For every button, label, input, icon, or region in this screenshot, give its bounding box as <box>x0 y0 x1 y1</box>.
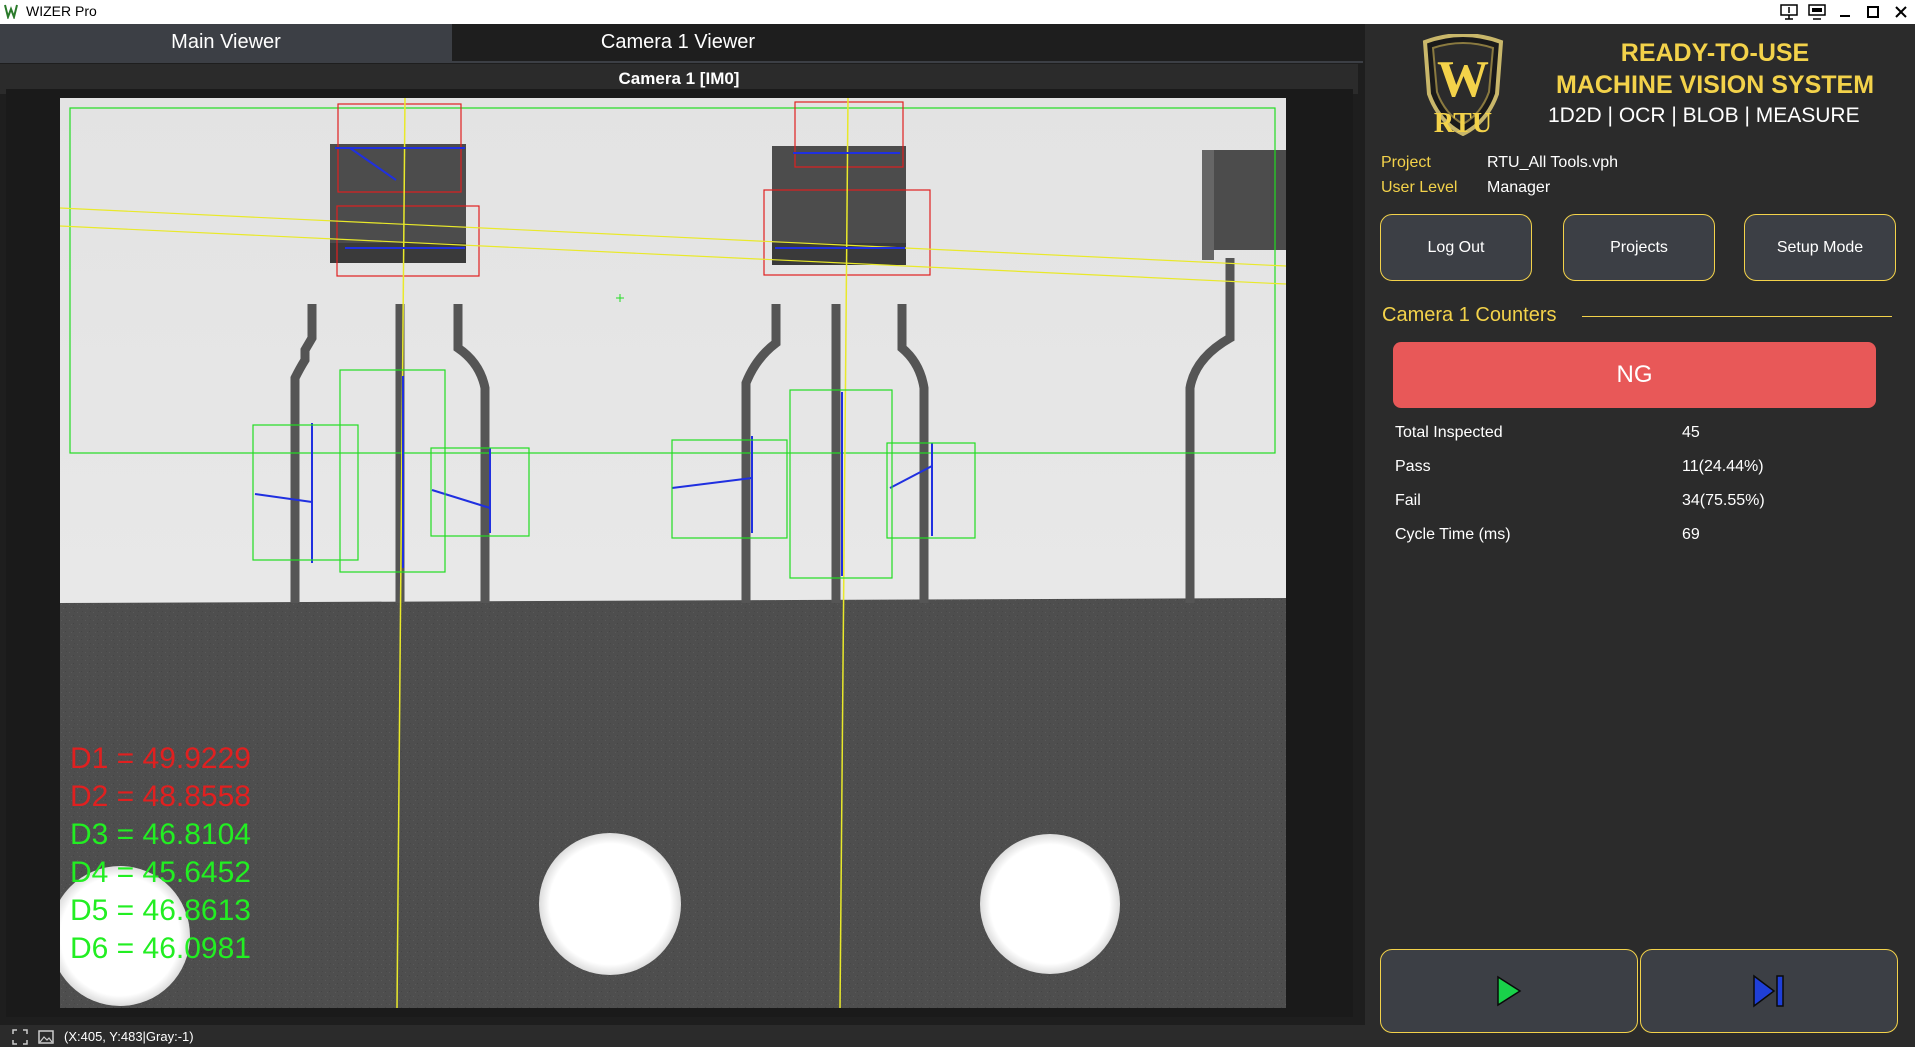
window-controls <box>1775 0 1915 24</box>
tagline-2: MACHINE VISION SYSTEM <box>1555 71 1875 99</box>
counters-title: Camera 1 Counters <box>1382 304 1557 326</box>
status-bar: (X:405, Y:483|Gray:-1) <box>0 1025 1365 1047</box>
projects-button[interactable]: Projects <box>1563 214 1715 281</box>
user-level-label: User Level <box>1381 179 1458 196</box>
remote-display-icon[interactable] <box>1775 0 1803 24</box>
project-value: RTU_All Tools.vph <box>1487 154 1619 171</box>
window-title: WIZER Pro <box>26 3 97 19</box>
pass-label: Pass <box>1395 458 1431 475</box>
cursor-coordinates: (X:405, Y:483|Gray:-1) <box>64 1029 194 1044</box>
setup-mode-button[interactable]: Setup Mode <box>1744 214 1896 281</box>
total-inspected-value: 45 <box>1682 424 1700 441</box>
camera-image[interactable]: D1 = 49.9229 D2 = 48.8558 D3 = 46.8104 D… <box>60 98 1286 1008</box>
minimize-icon[interactable] <box>1831 0 1859 24</box>
tab-camera-1-viewer[interactable]: Camera 1 Viewer <box>452 24 904 61</box>
fail-label: Fail <box>1395 492 1421 509</box>
project-label: Project <box>1381 154 1431 171</box>
logo-letter: W <box>1437 51 1489 108</box>
sprocket-hole <box>980 834 1120 974</box>
tab-divider <box>0 61 1363 63</box>
control-panel: W RTU READY-TO-USE MACHINE VISION SYSTEM… <box>1365 24 1915 1047</box>
measurement-d5: D5 = 46.8613 <box>70 894 251 927</box>
result-badge: NG <box>1393 342 1876 408</box>
tagline-1: READY-TO-USE <box>1620 39 1810 67</box>
pass-value: 11(24.44%) <box>1682 458 1764 475</box>
viewer-pane: Main Viewer Camera 1 Viewer Camera 1 [IM… <box>0 24 1365 1047</box>
measurement-d2: D2 = 48.8558 <box>70 780 251 813</box>
step-button[interactable] <box>1640 949 1898 1033</box>
tool-list: 1D2D | OCR | BLOB | MEASURE <box>1548 104 1860 127</box>
measurement-d1: D1 = 49.9229 <box>70 742 251 775</box>
app-icon <box>4 4 18 19</box>
fit-view-icon[interactable] <box>12 1029 28 1045</box>
rtu-logo: W RTU <box>1422 34 1504 136</box>
step-icon <box>1753 974 1784 1008</box>
total-inspected-label: Total Inspected <box>1395 424 1503 441</box>
fail-value: 34(75.55%) <box>1682 492 1765 509</box>
viewer-tabs: Main Viewer Camera 1 Viewer <box>0 24 1365 63</box>
cycle-time-label: Cycle Time (ms) <box>1395 526 1511 543</box>
logo-text: RTU <box>1434 108 1492 136</box>
close-icon[interactable] <box>1887 0 1915 24</box>
cycle-time-value: 69 <box>1682 526 1700 543</box>
log-out-button[interactable]: Log Out <box>1380 214 1532 281</box>
maximize-icon[interactable] <box>1859 0 1887 24</box>
measurement-d3: D3 = 46.8104 <box>70 818 251 851</box>
run-button[interactable] <box>1380 949 1638 1033</box>
measurement-d4: D4 = 45.6452 <box>70 856 251 889</box>
user-level-value: Manager <box>1487 179 1551 196</box>
play-icon <box>1497 975 1522 1007</box>
window-titlebar: WIZER Pro <box>0 0 1915 24</box>
settings-display-icon[interactable] <box>1803 0 1831 24</box>
tab-main-viewer[interactable]: Main Viewer <box>0 24 452 61</box>
measurement-d6: D6 = 46.0981 <box>70 932 251 965</box>
counters-divider <box>1582 316 1892 317</box>
sprocket-hole <box>539 833 681 975</box>
image-icon[interactable] <box>38 1029 54 1045</box>
